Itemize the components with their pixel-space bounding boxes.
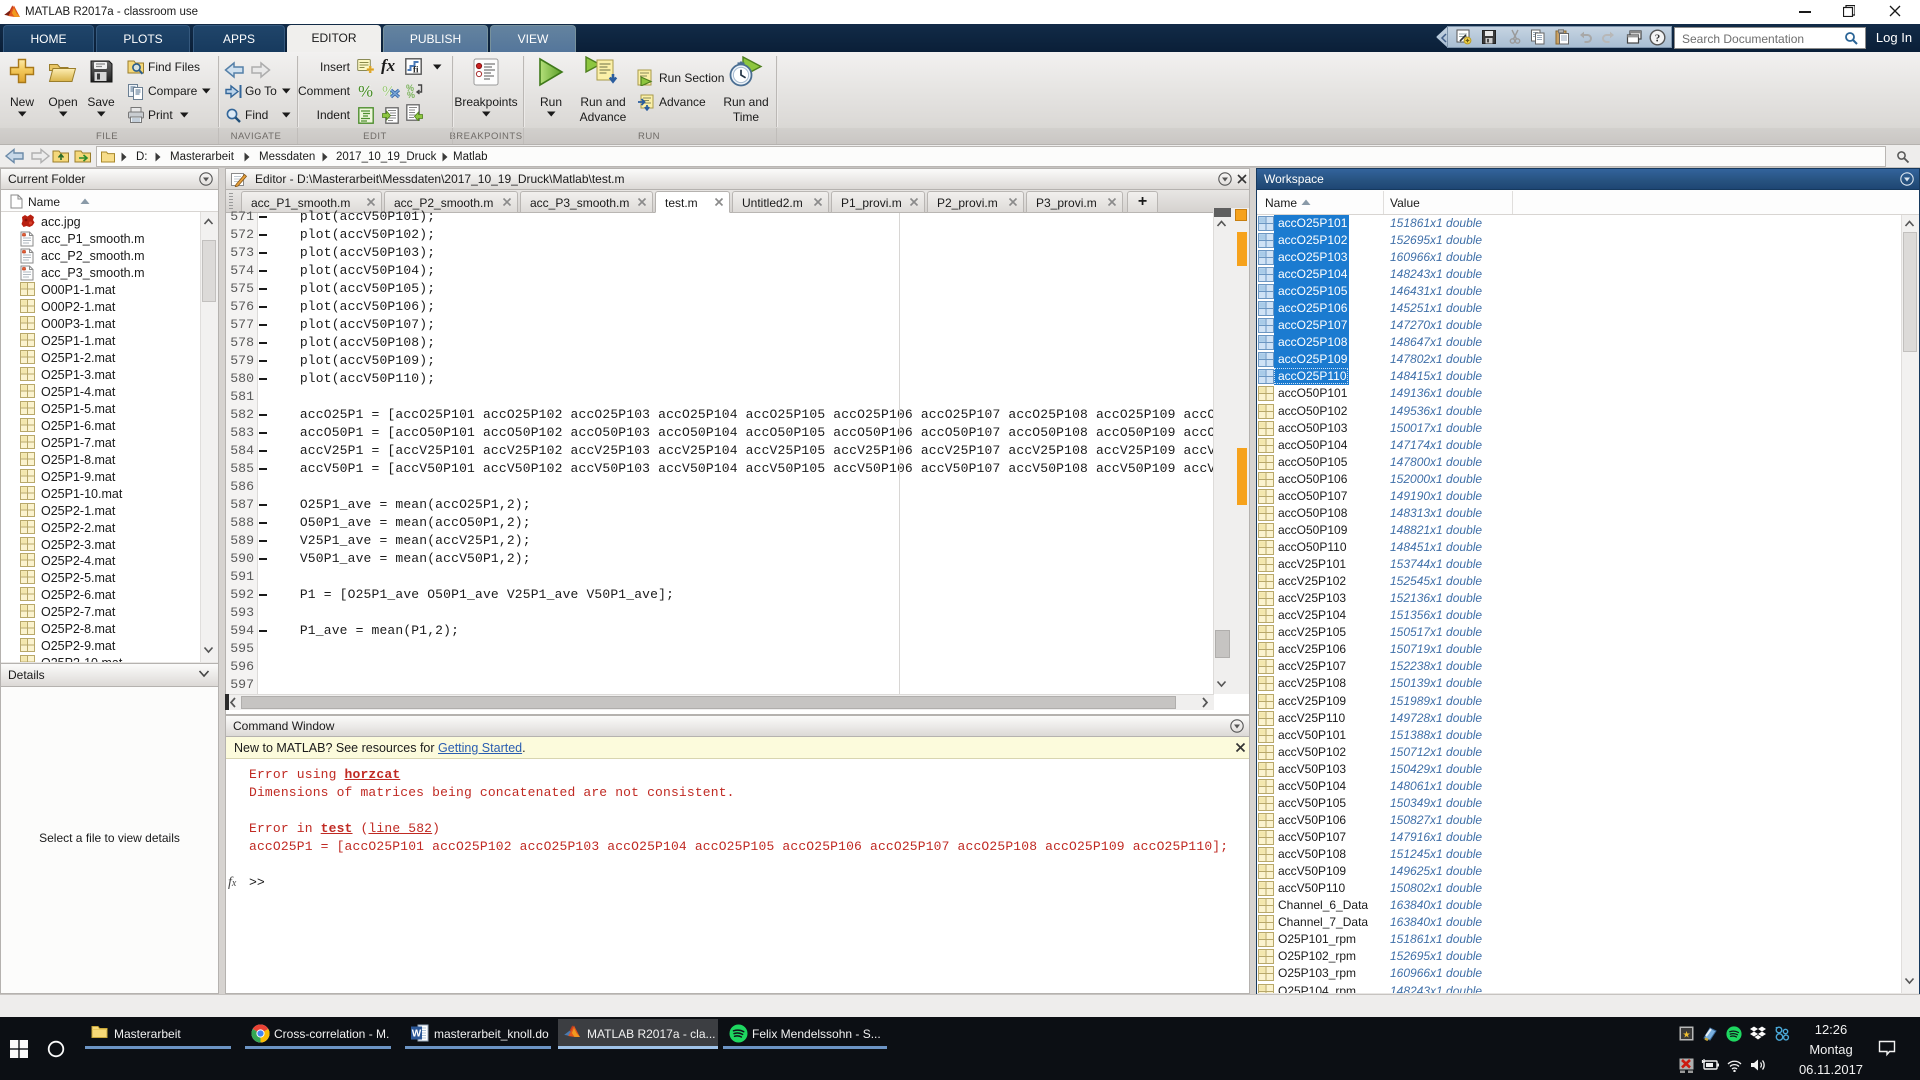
- svg-text:fi: fi: [413, 65, 419, 75]
- svg-text:%: %: [358, 82, 373, 99]
- svg-text:%: %: [407, 90, 415, 99]
- svg-text:fx: fx: [381, 57, 396, 74]
- svg-text:★: ★: [1682, 1030, 1690, 1040]
- svg-text:?: ?: [1655, 32, 1661, 44]
- svg-text:W: W: [412, 1029, 422, 1040]
